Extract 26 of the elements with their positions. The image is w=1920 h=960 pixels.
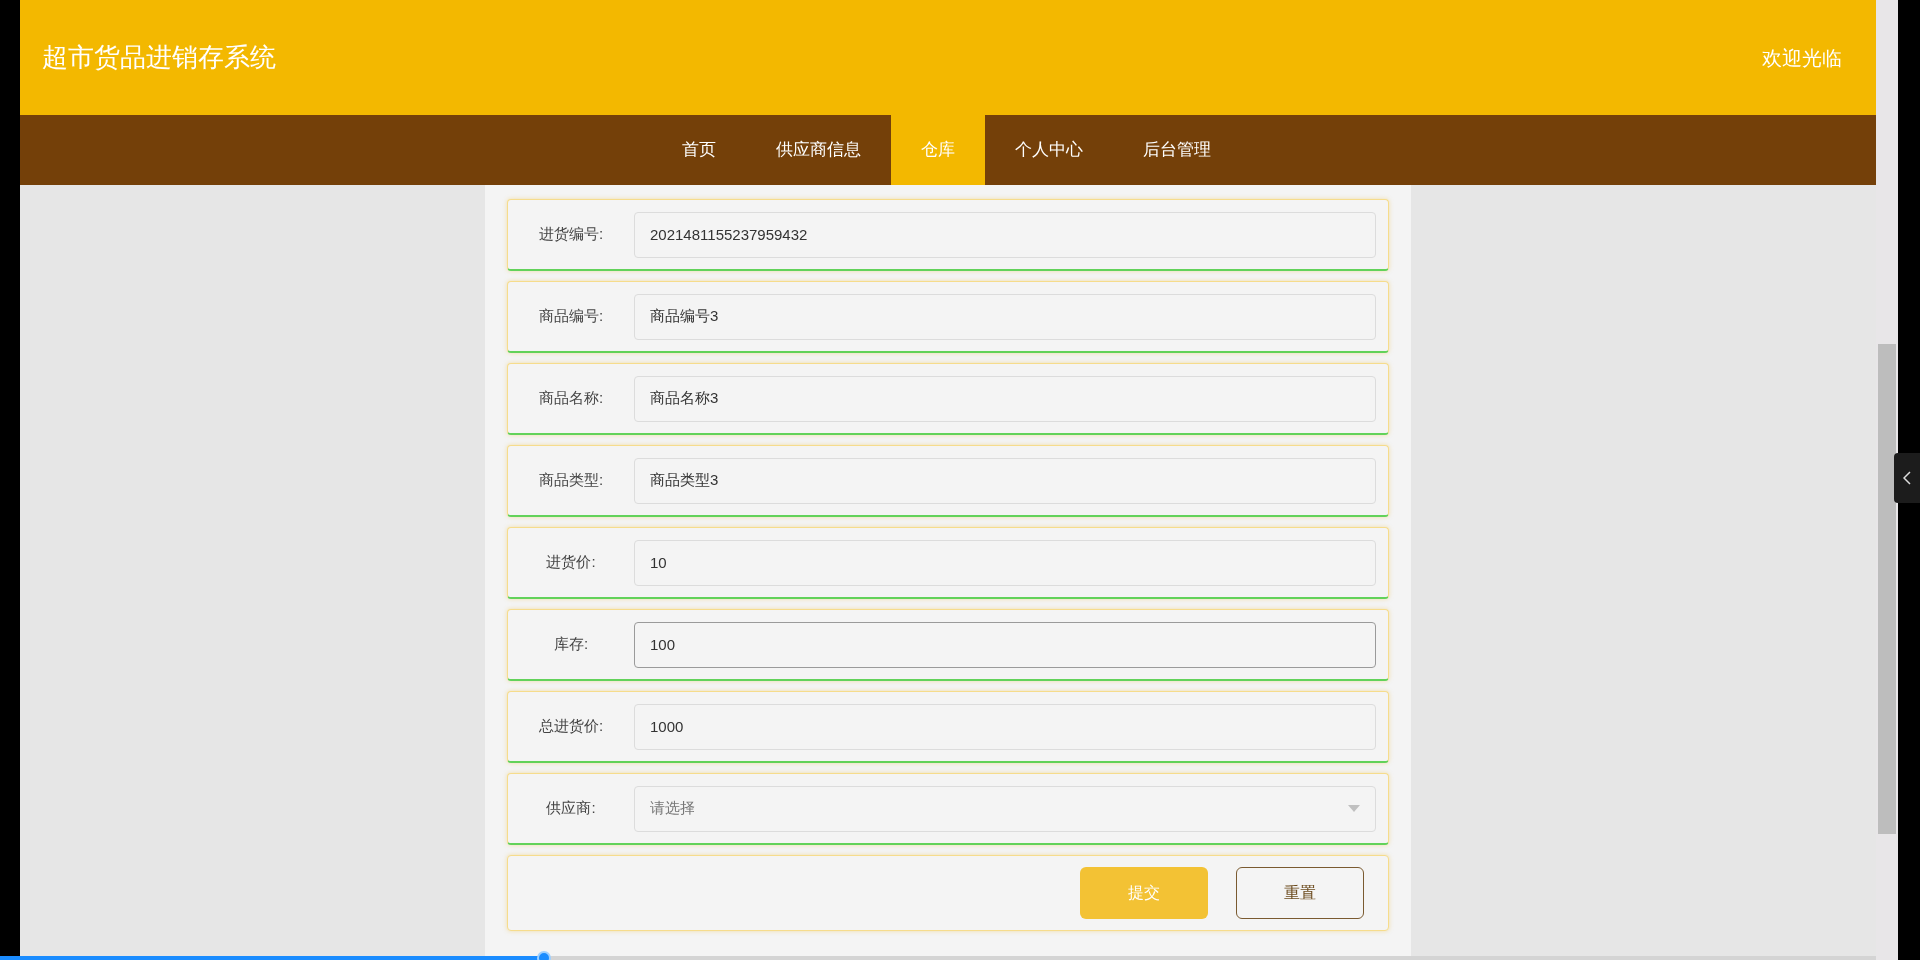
input-field[interactable]: 商品名称3 (634, 375, 1376, 422)
input-field[interactable]: 2021481155237959432 (634, 211, 1376, 258)
field-label: 商品编号: (537, 306, 605, 327)
nav-tab[interactable]: 后台管理 (1112, 115, 1241, 185)
field-label: 进货价: (545, 552, 597, 573)
welcome-text: 欢迎光临 (1762, 45, 1842, 71)
field-label: 进货编号: (537, 224, 605, 245)
field-label: 总进货价: (537, 716, 605, 737)
nav-tab[interactable]: 首页 (651, 115, 746, 185)
field-label: 库存: (552, 634, 590, 655)
field-label: 商品名称: (537, 388, 605, 409)
input-field[interactable]: 商品编号3 (634, 293, 1376, 340)
side-tab[interactable] (1894, 453, 1920, 503)
input-field[interactable]: 1000 (634, 703, 1376, 750)
field-label: 供应商: (545, 798, 597, 819)
input-field[interactable]: 商品类型3 (634, 457, 1376, 504)
site-title: 超市货品进销存系统 (42, 41, 276, 74)
supplier-select[interactable]: 请选择 (634, 785, 1376, 832)
input-field[interactable]: 10 (634, 539, 1376, 586)
input-field[interactable]: 100 (634, 621, 1376, 668)
chevron-left-icon (1903, 471, 1911, 485)
dropdown-caret-icon (1348, 805, 1360, 812)
field-label: 商品类型: (537, 470, 605, 491)
nav-tab[interactable]: 供应商信息 (745, 115, 891, 185)
nav-tab[interactable]: 个人中心 (984, 115, 1113, 185)
reset-button[interactable]: 重置 (1236, 867, 1364, 919)
